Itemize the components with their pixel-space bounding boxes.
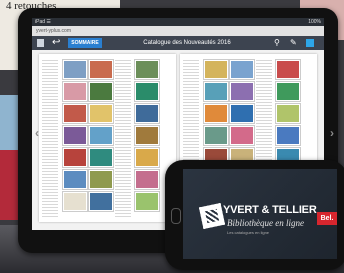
stamp [62, 103, 88, 124]
search-icon[interactable]: ⚲ [274, 38, 280, 47]
list-icon[interactable] [306, 39, 314, 47]
url-text: yvert-yplus.com [36, 28, 72, 34]
text-column [42, 58, 58, 218]
stamp [88, 59, 114, 80]
stamp [134, 169, 160, 190]
url-bar[interactable]: yvert-yplus.com [32, 26, 324, 36]
stamp [229, 125, 255, 146]
brand-name: YVERT & TELLIER [223, 204, 317, 216]
brand-tagline: Bibliothèque en ligne [227, 218, 304, 228]
chevron-left-icon[interactable]: ‹ [35, 126, 39, 140]
stamp [275, 103, 301, 124]
stamp [134, 191, 160, 212]
stamp [88, 191, 114, 212]
stamp [229, 81, 255, 102]
text-column [115, 58, 131, 218]
catalogue-page-left [39, 54, 176, 222]
stamp [62, 81, 88, 102]
status-left: iPad ☰ [35, 19, 51, 25]
phone-screen: YVERT & TELLIER Bibliothèque en ligne Le… [183, 169, 337, 259]
status-bar: iPad ☰ 100% [32, 18, 324, 26]
stamp [88, 169, 114, 190]
stamp [62, 125, 88, 146]
stamp [134, 81, 160, 102]
stamp [275, 81, 301, 102]
stamp [62, 59, 88, 80]
home-button[interactable] [171, 208, 181, 224]
stamp [275, 59, 301, 80]
stamp [88, 147, 114, 168]
grid-icon[interactable] [37, 39, 44, 47]
stamp [134, 59, 160, 80]
logo-pattern [204, 208, 220, 224]
stamp [229, 59, 255, 80]
chevron-right-icon[interactable]: › [330, 126, 334, 140]
share-icon[interactable]: ✎ [290, 38, 297, 47]
stamp [203, 103, 229, 124]
stamp [203, 125, 229, 146]
stamp [203, 59, 229, 80]
stamp [134, 103, 160, 124]
stamp [88, 125, 114, 146]
sommaire-button[interactable]: SOMMAIRE [68, 38, 102, 48]
brand-subline: Les catalogues en ligne [227, 230, 270, 235]
stamp [203, 81, 229, 102]
stamp [88, 103, 114, 124]
stamp [62, 191, 88, 212]
stamp [134, 147, 160, 168]
phone-device: YVERT & TELLIER Bibliothèque en ligne Le… [165, 160, 344, 270]
stamp [134, 125, 160, 146]
stamp [229, 103, 255, 124]
app-toolbar: ↩ SOMMAIRE Catalogue des Nouveautés 2016… [32, 36, 324, 50]
bel-badge: Bel. [317, 212, 337, 225]
stamp-logo-icon [198, 202, 226, 230]
status-right: 100% [308, 19, 321, 25]
photo-scene: 4 retouches iPad ☰ 100% yvert-yplus.com … [0, 0, 344, 273]
stamp [62, 147, 88, 168]
catalogue-title: Catalogue des Nouveautés 2016 [143, 40, 231, 46]
stamp [88, 81, 114, 102]
stamp [275, 125, 301, 146]
stamp [62, 169, 88, 190]
back-arrow-icon[interactable]: ↩ [52, 37, 60, 49]
